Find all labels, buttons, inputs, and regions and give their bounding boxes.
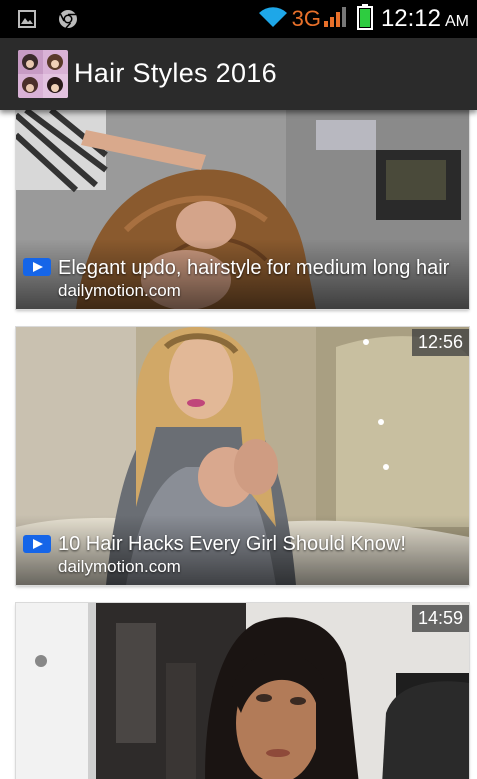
- app-title: Hair Styles 2016: [74, 58, 277, 88]
- clock: 12:12: [380, 5, 441, 32]
- network-type-label: 3G: [291, 6, 321, 31]
- battery-icon: [356, 3, 373, 35]
- video-title: 10 Hair Hacks Every Girl Should Know!: [58, 533, 406, 555]
- video-card[interactable]: Elegant updo, hairstyle for medium long …: [16, 110, 469, 309]
- play-icon[interactable]: [23, 535, 51, 553]
- app-logo[interactable]: [18, 50, 68, 98]
- video-duration: 14:59: [411, 605, 469, 632]
- play-icon[interactable]: [23, 258, 51, 276]
- video-feed[interactable]: Elegant updo, hairstyle for medium long …: [0, 110, 477, 779]
- video-duration: 12:56: [411, 329, 469, 356]
- video-card[interactable]: 12:56 10 Hair Hacks Every Girl Should Kn…: [16, 327, 469, 585]
- video-title: Elegant updo, hairstyle for medium long …: [58, 257, 450, 279]
- video-card[interactable]: 14:59: [16, 603, 469, 779]
- video-source: dailymotion.com: [58, 557, 181, 576]
- chrome-icon: [58, 9, 78, 34]
- signal-icon: [323, 6, 347, 33]
- gallery-icon: [18, 10, 36, 33]
- video-thumbnail: [16, 603, 469, 779]
- video-source: dailymotion.com: [58, 281, 181, 300]
- wifi-icon: [258, 6, 288, 33]
- clock-ampm: AM: [445, 13, 469, 30]
- status-bar: 3G 12:12 AM: [0, 0, 477, 38]
- app-bar: Hair Styles 2016: [0, 38, 477, 110]
